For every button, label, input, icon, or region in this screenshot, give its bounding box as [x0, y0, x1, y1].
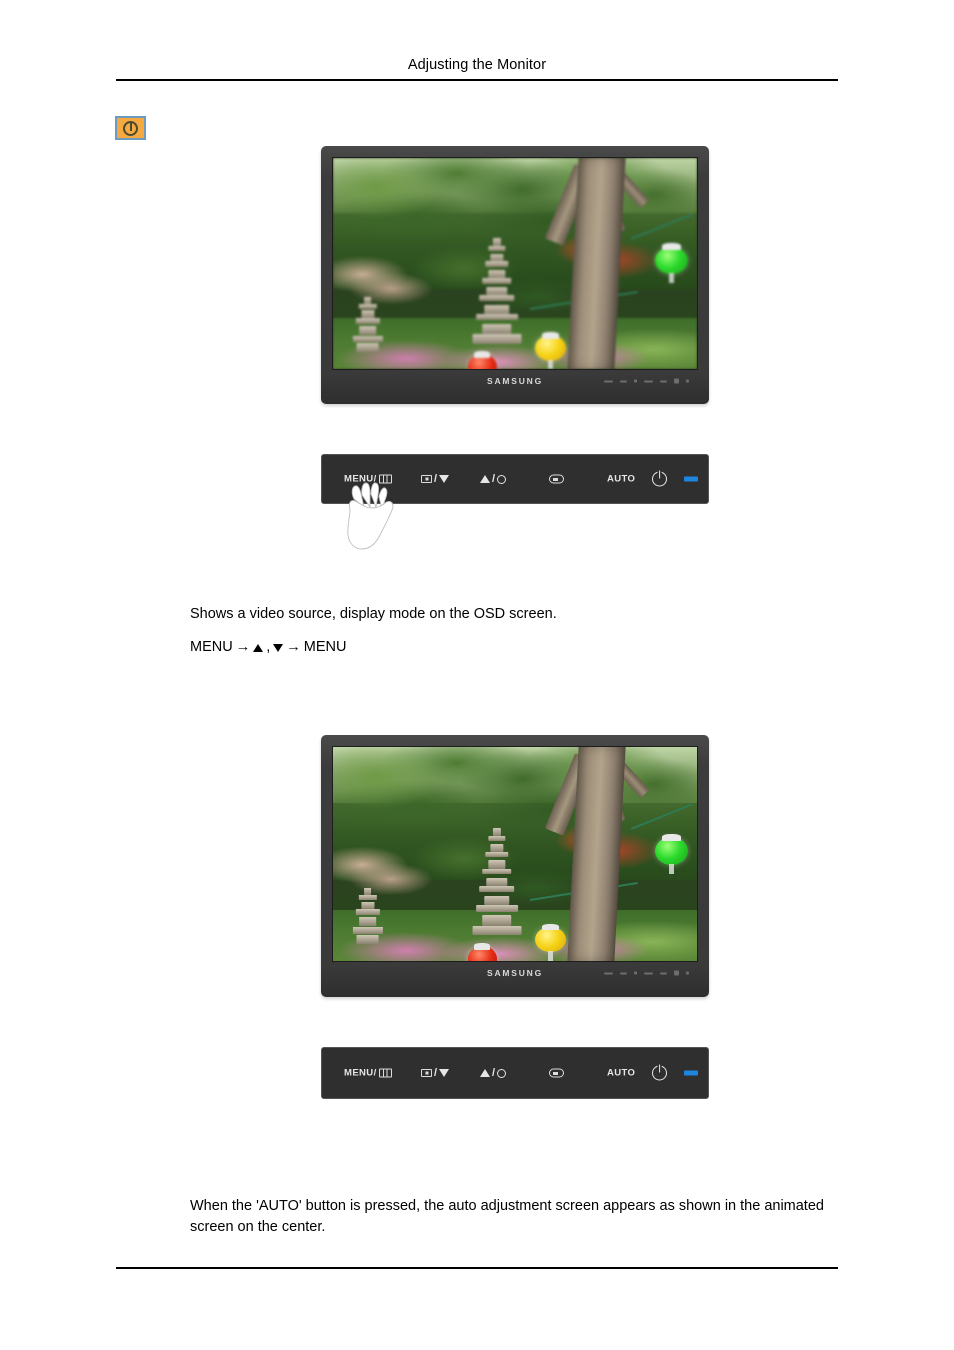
menu-button-label-2: MENU/: [344, 1067, 377, 1079]
lantern-green-2: [655, 833, 688, 874]
stone-pagoda-2: [471, 828, 522, 936]
bezel-key-4: [644, 380, 653, 382]
brightness-sun-icon-1: [497, 474, 507, 484]
garden-photo-1: [333, 158, 697, 369]
bezel-led-2: [686, 971, 689, 975]
enter-button-1[interactable]: [549, 474, 564, 484]
separator-1b: /: [434, 1067, 438, 1079]
enter-return-icon-1: [549, 474, 564, 484]
bezel-key-3: [634, 379, 637, 383]
document-page: Adjusting the Monitor SAMSUNG MENU/ / / …: [0, 0, 954, 1350]
monitor-screen-2: [332, 746, 698, 962]
small-stone-pagoda: [351, 297, 384, 353]
up-brightness-button-1[interactable]: /: [480, 473, 507, 485]
bezel-led: [686, 379, 689, 383]
lantern-red: [467, 351, 497, 369]
menu-path-prefix: MENU: [190, 639, 233, 655]
bezel-key-4b: [644, 972, 653, 974]
source-box-icon-2: [421, 1069, 432, 1077]
enter-button-2[interactable]: [549, 1068, 564, 1078]
up-brightness-button-2[interactable]: /: [480, 1067, 507, 1079]
samsung-logo-2: SAMSUNG: [486, 968, 544, 978]
source-down-button-2[interactable]: /: [421, 1067, 450, 1079]
bezel-key-indicators-1: [604, 378, 689, 384]
separator-2b: /: [492, 1067, 496, 1079]
auto-button-2[interactable]: AUTO: [607, 1068, 635, 1079]
power-icon-1: [652, 471, 667, 487]
control-panel-1: MENU/ / / AUTO: [321, 454, 709, 504]
lantern-yellow: [535, 332, 566, 369]
monitor-bottom-bezel-1: SAMSUNG: [332, 370, 698, 392]
led-indicator-icon-1: [684, 476, 698, 482]
bezel-key-1: [604, 380, 613, 382]
description-text: Shows a video source, display mode on th…: [190, 606, 557, 622]
monitor-image-1: SAMSUNG: [321, 146, 709, 404]
bezel-key-5b: [660, 972, 667, 974]
brightness-sun-icon-2: [497, 1068, 507, 1078]
bezel-key-2: [620, 380, 627, 382]
garden-photo-2: [333, 747, 697, 961]
triangle-down-icon-1: [439, 475, 450, 483]
separator-2: /: [492, 473, 496, 485]
led-indicator-icon-2: [684, 1070, 698, 1076]
power-led-1: [684, 476, 698, 482]
enter-return-icon-2: [549, 1068, 564, 1078]
bezel-power-key: [674, 378, 679, 384]
menu-navigation-path: MENU → , → MENU: [190, 639, 346, 655]
monitor-image-2: SAMSUNG: [321, 735, 709, 997]
bezel-key-1b: [604, 972, 613, 974]
power-icon-2: [652, 1065, 667, 1081]
page-header-title: Adjusting the Monitor: [407, 57, 547, 73]
source-down-button-1[interactable]: /: [421, 473, 450, 485]
power-glyph: [123, 120, 138, 136]
small-stone-pagoda-2: [351, 888, 384, 944]
control-panel-2: MENU/ / / AUTO: [321, 1047, 709, 1099]
footer-divider: [116, 1267, 838, 1269]
bottom-note-text: When the 'AUTO' button is pressed, the a…: [190, 1198, 824, 1236]
triangle-up-icon-2: [480, 1069, 490, 1077]
auto-button-label-2: AUTO: [607, 1067, 636, 1079]
menu-icon-1: [378, 474, 392, 484]
triangle-up-icon-path: [253, 644, 264, 652]
power-button-2[interactable]: [652, 1065, 667, 1081]
bezel-key-3b: [634, 971, 637, 975]
triangle-up-icon-1: [480, 475, 490, 483]
bezel-key-2b: [620, 972, 627, 974]
menu-path-comma: ,: [266, 639, 271, 655]
triangle-down-icon-path: [273, 644, 284, 652]
monitor-screen-1: [332, 157, 698, 370]
menu-button-2[interactable]: MENU/: [344, 1068, 392, 1079]
menu-path-suffix: MENU: [303, 639, 347, 655]
separator-1: /: [434, 473, 438, 485]
menu-path-arrow-2: →: [286, 639, 301, 655]
bezel-power-key-2: [674, 970, 679, 976]
menu-icon-2: [378, 1068, 392, 1078]
source-box-icon-1: [421, 475, 432, 483]
stone-pagoda: [471, 238, 522, 344]
triangle-down-icon-2: [439, 1069, 450, 1077]
bezel-key-5: [660, 380, 667, 382]
power-button-1[interactable]: [652, 471, 667, 487]
power-led-2: [684, 1070, 698, 1076]
lantern-green: [655, 243, 688, 284]
auto-button-1[interactable]: AUTO: [607, 474, 635, 485]
samsung-logo-1: SAMSUNG: [486, 376, 544, 386]
power-clock-icon: [115, 116, 146, 140]
auto-button-label-1: AUTO: [607, 473, 636, 485]
menu-button-1[interactable]: MENU/: [344, 474, 392, 485]
header-divider: [116, 79, 838, 81]
monitor-bottom-bezel-2: SAMSUNG: [332, 962, 698, 984]
menu-path-arrow-1: →: [235, 639, 251, 655]
bezel-key-indicators-2: [604, 970, 689, 976]
menu-button-label-1: MENU/: [344, 473, 377, 485]
